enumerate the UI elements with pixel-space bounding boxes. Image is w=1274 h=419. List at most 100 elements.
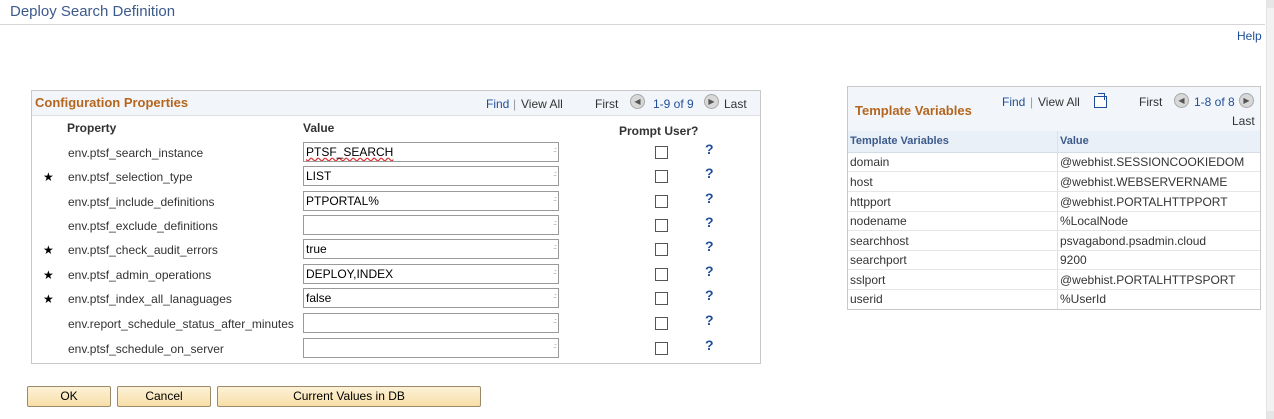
resize-grip-icon[interactable]: .::: [553, 314, 557, 331]
value-input[interactable]: PTSF_SEARCH.::: [303, 142, 559, 162]
prompt-help-icon[interactable]: ?: [705, 190, 714, 206]
nav-separator: |: [513, 97, 517, 111]
resize-grip-icon[interactable]: .::: [553, 289, 557, 306]
variable-value: @webhist.PORTALHTTPPORT: [1060, 195, 1228, 209]
column-header-template-variables: Template Variables: [850, 135, 949, 147]
last-label[interactable]: Last: [724, 97, 747, 111]
prompt-help-icon[interactable]: ?: [705, 312, 714, 328]
table-row: env.report_schedule_status_after_minutes…: [32, 312, 760, 337]
prompt-user-checkbox[interactable]: [655, 342, 668, 355]
resize-grip-icon[interactable]: .::: [553, 339, 557, 356]
template-find-link[interactable]: Find: [1002, 95, 1025, 109]
resize-grip-icon[interactable]: .::: [553, 240, 557, 257]
variable-name: httpport: [850, 195, 891, 209]
table-row: searchport 9200: [848, 250, 1260, 270]
table-row: ★ env.ptsf_check_audit_errors true.:: ?: [32, 238, 760, 263]
find-link[interactable]: Find: [486, 97, 509, 111]
template-grid-header: Template Variables Find | View All First…: [848, 87, 1260, 132]
table-row: env.ptsf_schedule_on_server .:: ?: [32, 337, 760, 362]
next-arrow-icon[interactable]: ▶: [704, 94, 719, 109]
table-row: httpport @webhist.PORTALHTTPPORT: [848, 192, 1260, 212]
required-star-icon: ★: [43, 170, 54, 184]
table-row: sslport @webhist.PORTALHTTPSPORT: [848, 270, 1260, 290]
resize-grip-icon[interactable]: .::: [553, 216, 557, 233]
value-input[interactable]: PTPORTAL%.::: [303, 191, 559, 211]
scroll-up-arrow[interactable]: [1267, 0, 1274, 8]
resize-grip-icon[interactable]: .::: [553, 192, 557, 209]
prompt-help-icon[interactable]: ?: [705, 214, 714, 230]
prompt-help-icon[interactable]: ?: [705, 287, 714, 303]
table-row: searchhost psvagabond.psadmin.cloud: [848, 231, 1260, 251]
variable-name: host: [850, 175, 873, 189]
value-input[interactable]: .::: [303, 313, 559, 333]
variable-name: searchport: [850, 253, 907, 267]
variable-value: psvagabond.psadmin.cloud: [1060, 234, 1207, 248]
property-label: env.ptsf_search_instance: [68, 146, 204, 160]
value-input[interactable]: true.::: [303, 239, 559, 259]
template-variables-grid: Template Variables Find | View All First…: [847, 86, 1261, 310]
property-label: env.ptsf_index_all_lanaguages: [68, 292, 232, 306]
template-view-all-link[interactable]: View All: [1038, 95, 1080, 109]
value-input[interactable]: LIST.::: [303, 166, 559, 186]
scroll-down-arrow[interactable]: [1267, 411, 1274, 419]
variable-value: 9200: [1060, 253, 1087, 267]
vertical-scrollbar[interactable]: [1266, 0, 1274, 419]
prompt-user-checkbox[interactable]: [655, 146, 668, 159]
value-input[interactable]: DEPLOY,INDEX.::: [303, 264, 559, 284]
resize-grip-icon[interactable]: .::: [553, 143, 557, 160]
resize-grip-icon[interactable]: .::: [553, 167, 557, 184]
property-label: env.report_schedule_status_after_minutes: [68, 317, 294, 331]
property-label: env.ptsf_selection_type: [68, 170, 193, 184]
property-label: env.ptsf_include_definitions: [68, 195, 215, 209]
column-header-prompt-user: Prompt User?: [619, 124, 699, 138]
template-last-label[interactable]: Last: [1232, 114, 1255, 128]
value-text: false: [306, 291, 332, 305]
page-header: Deploy Search Definition: [0, 0, 1265, 25]
first-label[interactable]: First: [595, 97, 618, 111]
prompt-user-checkbox[interactable]: [655, 317, 668, 330]
value-text: LIST: [306, 169, 332, 183]
next-arrow-icon[interactable]: ▶: [1239, 93, 1254, 108]
table-row: userid %UserId: [848, 289, 1260, 308]
ok-button[interactable]: OK: [27, 386, 111, 407]
required-star-icon: ★: [43, 292, 54, 306]
prompt-help-icon[interactable]: ?: [705, 141, 714, 157]
view-all-link[interactable]: View All: [521, 97, 563, 111]
template-first-label[interactable]: First: [1139, 95, 1162, 109]
prompt-help-icon[interactable]: ?: [705, 337, 714, 353]
value-input[interactable]: .::: [303, 338, 559, 358]
required-star-icon: ★: [43, 243, 54, 257]
row-count: 1-9 of 9: [653, 97, 694, 111]
previous-arrow-icon[interactable]: ◀: [1174, 93, 1189, 108]
value-input[interactable]: false.::: [303, 288, 559, 308]
value-text: DEPLOY,INDEX: [306, 267, 394, 281]
prompt-user-checkbox[interactable]: [655, 195, 668, 208]
variable-name: searchhost: [850, 234, 909, 248]
template-column-header: Template Variables Value: [848, 131, 1260, 153]
prompt-user-checkbox[interactable]: [655, 219, 668, 232]
property-label: env.ptsf_admin_operations: [68, 268, 212, 282]
value-text: true: [306, 242, 327, 256]
prompt-user-checkbox[interactable]: [655, 268, 668, 281]
previous-arrow-icon[interactable]: ◀: [630, 94, 645, 109]
variable-value: %LocalNode: [1060, 214, 1129, 228]
cancel-button[interactable]: Cancel: [117, 386, 211, 407]
prompt-user-checkbox[interactable]: [655, 243, 668, 256]
current-values-button[interactable]: Current Values in DB: [217, 386, 481, 407]
value-input[interactable]: .::: [303, 215, 559, 235]
variable-value: @webhist.SESSIONCOOKIEDOM: [1060, 155, 1245, 169]
prompt-user-checkbox[interactable]: [655, 292, 668, 305]
required-star-icon: ★: [43, 268, 54, 282]
help-link[interactable]: Help: [1237, 29, 1262, 43]
resize-grip-icon[interactable]: .::: [553, 265, 557, 282]
popout-icon[interactable]: [1094, 93, 1107, 108]
table-row: env.ptsf_search_instance PTSF_SEARCH.:: …: [32, 141, 760, 166]
table-row: ★ env.ptsf_selection_type LIST.:: ?: [32, 165, 760, 190]
variable-name: nodename: [850, 214, 907, 228]
prompt-help-icon[interactable]: ?: [705, 165, 714, 181]
table-row: nodename %LocalNode: [848, 211, 1260, 231]
prompt-help-icon[interactable]: ?: [705, 238, 714, 254]
variable-value: @webhist.PORTALHTTPSPORT: [1060, 273, 1236, 287]
prompt-help-icon[interactable]: ?: [705, 263, 714, 279]
prompt-user-checkbox[interactable]: [655, 170, 668, 183]
